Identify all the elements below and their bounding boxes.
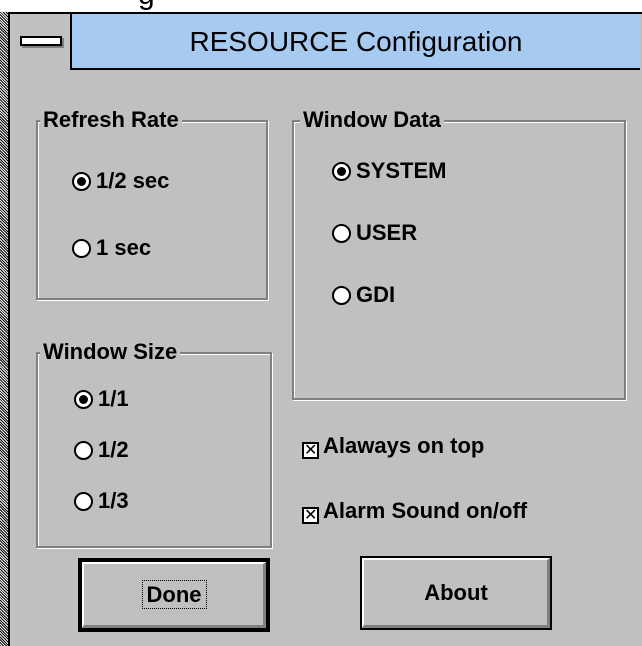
radio-refresh-half-sec[interactable]: 1/2 sec <box>72 168 169 194</box>
checkbox-label: Alaways on top <box>323 433 485 458</box>
radio-window-size-1-3[interactable]: 1/3 <box>74 488 129 514</box>
done-button[interactable]: Done <box>78 558 270 632</box>
window-size-group <box>36 352 272 548</box>
radio-refresh-1-sec[interactable]: 1 sec <box>72 235 151 261</box>
option-label: GDI <box>356 282 396 307</box>
about-label: About <box>424 580 488 605</box>
radio-selected-icon <box>332 162 351 181</box>
radio-window-data-system[interactable]: SYSTEM <box>332 158 446 184</box>
system-menu-icon <box>20 36 62 46</box>
radio-unselected-icon <box>74 492 93 511</box>
clipped-text: g <box>138 0 155 12</box>
window-data-label: Window Data <box>300 108 444 132</box>
radio-selected-icon <box>74 390 93 409</box>
window-title: RESOURCE Configuration <box>189 26 523 57</box>
radio-unselected-icon <box>72 239 91 258</box>
title-bar[interactable]: RESOURCE Configuration <box>10 14 640 70</box>
option-label: 1/2 sec <box>96 168 170 193</box>
option-label: SYSTEM <box>356 158 447 183</box>
radio-window-data-gdi[interactable]: GDI <box>332 282 395 308</box>
checkbox-alarm-sound[interactable]: ✕ Alarm Sound on/off <box>302 498 527 524</box>
refresh-rate-group <box>36 120 268 300</box>
done-label: Done <box>141 580 207 609</box>
checkbox-label: Alarm Sound on/off <box>323 498 528 523</box>
radio-selected-icon <box>72 172 91 191</box>
radio-window-data-user[interactable]: USER <box>332 220 417 246</box>
radio-unselected-icon <box>74 441 93 460</box>
radio-window-size-1-1[interactable]: 1/1 <box>74 386 129 412</box>
option-label: 1/1 <box>98 386 129 411</box>
option-label: 1 sec <box>96 235 152 260</box>
system-menu-button[interactable] <box>10 14 72 70</box>
option-label: 1/2 <box>98 437 129 462</box>
checkbox-always-on-top[interactable]: ✕ Alaways on top <box>302 433 484 459</box>
radio-window-size-1-2[interactable]: 1/2 <box>74 437 129 463</box>
radio-unselected-icon <box>332 286 351 305</box>
refresh-rate-label: Refresh Rate <box>40 108 182 132</box>
window-size-label: Window Size <box>40 340 181 364</box>
checkbox-checked-icon: ✕ <box>302 442 319 459</box>
about-button[interactable]: About <box>360 556 552 630</box>
radio-unselected-icon <box>332 224 351 243</box>
checkbox-checked-icon: ✕ <box>302 507 319 524</box>
option-label: USER <box>356 220 418 245</box>
option-label: 1/3 <box>98 488 129 513</box>
clipped-window-above: g <box>0 0 642 12</box>
